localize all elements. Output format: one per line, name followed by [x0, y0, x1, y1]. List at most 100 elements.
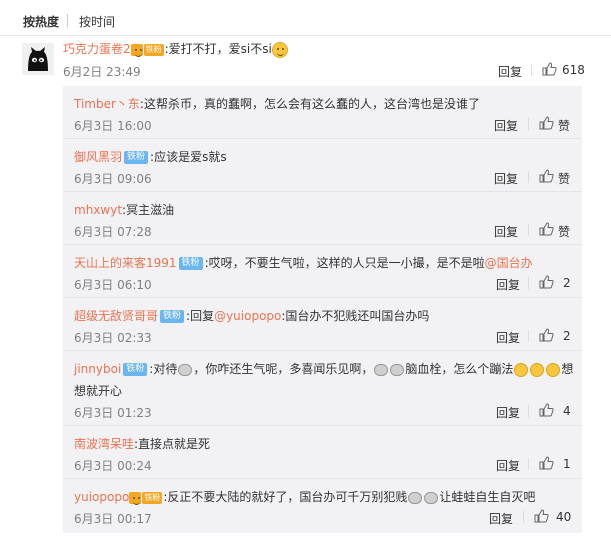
thumbs-up-icon[interactable]: [539, 222, 554, 236]
main-comment-text: :爱打不打，爱si不si: [164, 42, 272, 56]
reply-item: Timber丶东:这帮杀币，真的蠢啊，怎么会有这么蠢的人，这台湾也是没谁了: [74, 95, 480, 112]
action-divider: [528, 277, 529, 289]
reply-author[interactable]: mhxwyt: [74, 203, 122, 217]
action-divider: [528, 118, 529, 130]
avatar[interactable]: [22, 43, 54, 75]
reply-author[interactable]: yuiopopo: [74, 490, 129, 504]
reply-text-3: 脑血栓，怎么个蹦法: [405, 362, 514, 376]
vip-badge[interactable]: 铁粉: [142, 491, 163, 504]
reply-button[interactable]: 回复: [498, 63, 522, 80]
reply-text: :应该是爱s就s: [150, 150, 227, 164]
main-comment-date: 6月2日 23:49: [63, 65, 141, 79]
crown-icon: [130, 43, 143, 57]
reply-text: :国台办不犯贱还叫国台办吗: [281, 309, 430, 323]
reply-button[interactable]: 回复: [496, 276, 520, 293]
reply-author[interactable]: jinnyboi: [74, 362, 121, 376]
reply-date: 6月3日 00:24: [74, 459, 152, 473]
action-divider: [528, 458, 529, 470]
like-count: 赞: [558, 225, 571, 239]
main-comment-author[interactable]: 巧克力蛋卷2: [63, 42, 131, 56]
reply-text: :反正不要大陆的就好了，国台办可千万别犯贱: [163, 490, 408, 504]
sort-by-time[interactable]: 按时间: [79, 13, 115, 30]
thumbs-up-icon[interactable]: [539, 456, 554, 470]
thumbs-up-icon[interactable]: [539, 116, 554, 130]
like-count: 2: [563, 329, 571, 343]
eyes-emoji-icon: [374, 363, 389, 376]
reply-divider: [63, 191, 582, 192]
reply-button[interactable]: 回复: [494, 223, 518, 240]
sweat-smile-emoji-icon: [271, 41, 288, 58]
fan-badge[interactable]: 铁粉: [160, 310, 185, 323]
like-count: 赞: [558, 172, 571, 186]
reply-divider: [63, 350, 582, 351]
reply-date: 6月3日 01:23: [74, 406, 152, 420]
reply-button[interactable]: 回复: [496, 329, 520, 346]
reply-item: 御风黑羽 铁粉:应该是爱s就s: [74, 148, 227, 165]
like-count: 618: [562, 63, 585, 77]
reply-divider: [63, 138, 582, 139]
like-count: 2: [563, 276, 571, 290]
like-count: 赞: [558, 119, 571, 133]
reply-date: 6月3日 16:00: [74, 119, 152, 133]
reply-date: 6月3日 09:06: [74, 172, 152, 186]
reply-item: 超级无敌贤哥哥 铁粉:回复@yuiopopo:国台办不犯贱还叫国台办吗: [74, 307, 429, 324]
thumbs-up-icon[interactable]: [542, 62, 557, 76]
reply-text-prefix: :回复: [186, 309, 215, 323]
reply-text-4: 想: [561, 362, 574, 376]
like-count: 1: [563, 457, 571, 471]
reply-author[interactable]: Timber丶东: [74, 97, 140, 111]
frog-emoji-icon: [424, 491, 439, 504]
reply-text: :对待: [149, 362, 178, 376]
reply-text: :哎呀，不要生气啦，这样的人只是一小撮，是不是啦: [204, 256, 485, 270]
reply-divider: [63, 425, 582, 426]
reply-text: :直接点就是死: [134, 437, 211, 451]
laugh-emoji-icon: [530, 362, 545, 377]
reply-item: mhxwyt:冥主滋油: [74, 201, 174, 218]
reply-item: yuiopopo 铁粉:反正不要大陆的就好了，国台办可千万别犯贱 让蛙蛙自生自灭吧: [74, 488, 535, 505]
reply-item: 天山上的来客1991 铁粉:哎呀，不要生气啦，这样的人只是一小撮，是不是啦@国台办: [74, 254, 533, 271]
thumbs-up-icon[interactable]: [539, 169, 554, 183]
mention-link[interactable]: @yuiopopo: [214, 309, 281, 323]
reply-button[interactable]: 回复: [494, 170, 518, 187]
mention-link[interactable]: @国台办: [485, 256, 533, 270]
reply-date: 6月3日 00:17: [74, 512, 152, 526]
reply-button[interactable]: 回复: [494, 117, 518, 134]
reply-date: 6月3日 02:33: [74, 331, 152, 345]
action-divider: [531, 64, 532, 76]
reply-text-2: 让蛙蛙自生自灭吧: [439, 490, 536, 504]
action-divider: [528, 330, 529, 342]
reply-author[interactable]: 超级无敌贤哥哥: [74, 309, 158, 323]
sort-bar: 按热度 按时间: [0, 0, 611, 36]
fan-badge[interactable]: 铁粉: [178, 257, 203, 270]
frog-emoji-icon: [408, 491, 423, 504]
reply-item: jinnyboi 铁粉:对待 ，你咋还生气呢，多喜闻乐见啊， 脑血栓，怎么个蹦法 想: [74, 360, 573, 377]
reply-text-continued: 想就开心: [74, 384, 123, 398]
thumbs-up-icon[interactable]: [539, 328, 554, 342]
crown-icon: [129, 491, 142, 505]
reply-text-2: ，你咋还生气呢，多喜闻乐见啊，: [193, 362, 374, 376]
fan-badge[interactable]: 铁粉: [124, 151, 149, 164]
like-count: 40: [556, 510, 572, 524]
thumbs-up-icon[interactable]: [539, 275, 554, 289]
cat-avatar-icon: [22, 43, 54, 75]
reply-button[interactable]: 回复: [496, 457, 520, 474]
main-comment: 巧克力蛋卷2 铁粉:爱打不打，爱si不si: [63, 40, 288, 58]
reply-author[interactable]: 御风黑羽: [74, 150, 122, 164]
reply-date: 6月3日 07:28: [74, 225, 152, 239]
sort-divider: [67, 14, 68, 27]
fan-badge[interactable]: 铁粉: [123, 363, 148, 376]
thumbs-up-icon[interactable]: [539, 403, 554, 417]
sort-by-hot[interactable]: 按热度: [23, 13, 59, 30]
reply-button[interactable]: 回复: [489, 510, 513, 527]
reply-divider: [63, 478, 582, 479]
thumbs-up-icon[interactable]: [534, 509, 549, 523]
action-divider: [523, 511, 524, 523]
reply-author[interactable]: 南波湾呆哇: [74, 437, 134, 451]
replies-panel: Timber丶东:这帮杀币，真的蠢啊，怎么会有这么蠢的人，这台湾也是没谁了 6月…: [63, 86, 582, 533]
reply-author[interactable]: 天山上的来客1991: [74, 256, 177, 270]
reply-button[interactable]: 回复: [496, 404, 520, 421]
reply-divider: [63, 244, 582, 245]
action-divider: [528, 405, 529, 417]
reply-text: :这帮杀币，真的蠢啊，怎么会有这么蠢的人，这台湾也是没谁了: [139, 97, 480, 111]
vip-badge[interactable]: 铁粉: [143, 43, 164, 56]
